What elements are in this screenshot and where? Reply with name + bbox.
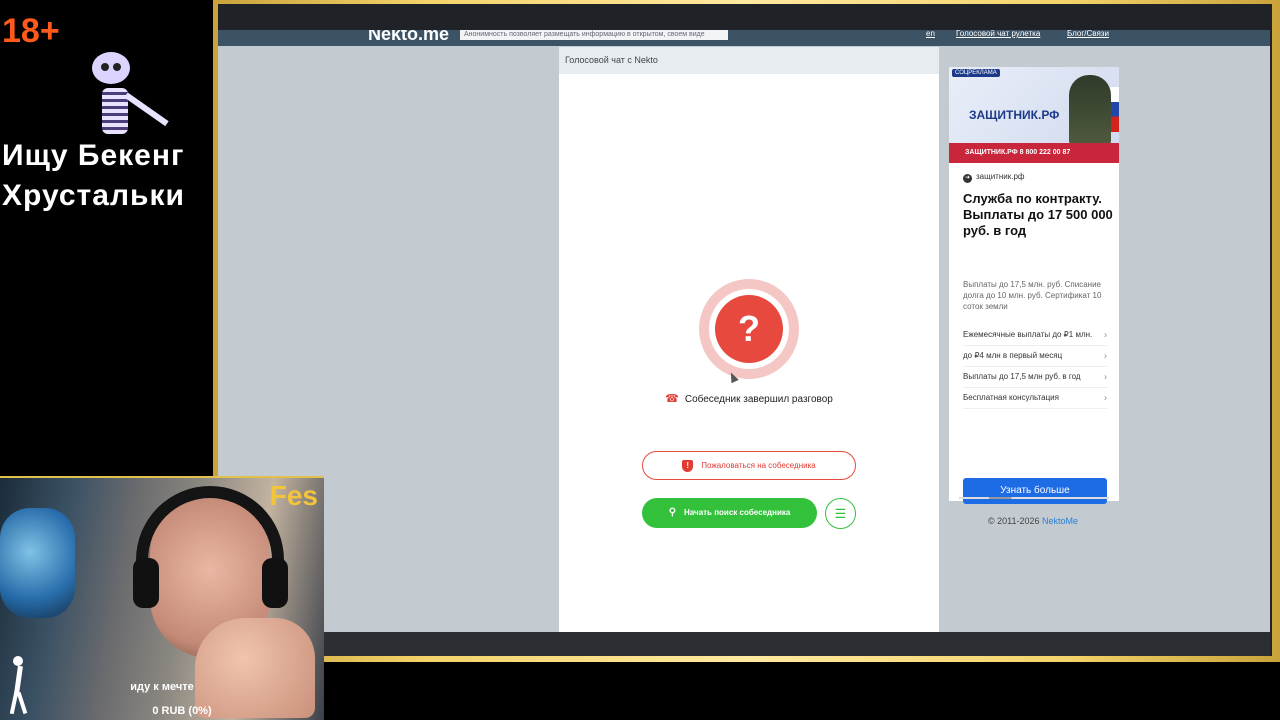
ad-link-label: Ежемесячные выплаты до ₽1 млн. (963, 330, 1093, 339)
shield-alert-icon: ! (682, 459, 694, 472)
ad-source[interactable]: ➜ защитник.рф (963, 172, 1024, 183)
donation-goal-label: иду к мечте (130, 681, 194, 693)
ad-link-item[interactable]: Выплаты до 17,5 млн руб. в год › (963, 367, 1107, 388)
ad-block[interactable]: СОЦРЕКЛАМА ЗАЩИТНИК.РФ ЗАЩИТНИК.РФ 8 800… (949, 67, 1119, 504)
soldier-graphic (1069, 75, 1111, 145)
skeleton-sticker (92, 52, 182, 147)
copyright-text: © 2011-2026 (988, 516, 1040, 526)
start-search-button[interactable]: ⚲ Начать поиск собеседника (642, 498, 817, 528)
ad-source-label: защитник.рф (976, 172, 1025, 181)
headset-cup-left (133, 558, 159, 608)
overlay-title-line1: Ищу Бекенг (2, 139, 185, 172)
chat-panel: Голосовой чат с Nekto ? ☎ Собеседник заве… (559, 47, 939, 632)
nav-link-lang[interactable]: en (926, 30, 935, 38)
ad-headline[interactable]: Служба по контракту. Выплаты до 17 500 0… (963, 191, 1113, 239)
ad-link-label: Выплаты до 17,5 млн руб. в год (963, 372, 1081, 381)
overlay-title-line2: Хрустальки (2, 179, 185, 212)
dancer-head (13, 656, 23, 666)
start-search-label: Начать поиск собеседника (684, 508, 791, 517)
streamer-hand (195, 618, 315, 718)
webcam-feed: Fes иду к мечте 0 RUB (0%) (0, 476, 324, 720)
nav-notice: Анонимность позволяет размещать информац… (460, 30, 728, 40)
chevron-right-icon: › (1104, 350, 1107, 361)
webcam-brand: Fes (269, 480, 318, 511)
call-ended-text: Собеседник завершил разговор (684, 394, 833, 405)
footer-copyright: © 2011-2026 NektoMe (988, 516, 1078, 526)
hangup-phone-icon: ☎ (665, 393, 679, 405)
sliders-icon: ☰ (834, 506, 847, 521)
filter-settings-button[interactable]: ☰ (825, 498, 856, 529)
ad-links: Ежемесячные выплаты до ₽1 млн. › до ₽4 мл… (963, 325, 1107, 409)
ad-cta-button[interactable]: Узнать больше (963, 478, 1107, 504)
ad-link-label: до ₽4 млн в первый месяц (963, 351, 1063, 360)
arrow-right-icon: ➜ (963, 174, 972, 183)
ad-carousel-indicator[interactable] (959, 497, 1109, 499)
age-rating-label: 18+ (2, 12, 60, 50)
user-search-icon: ⚲ (668, 507, 677, 518)
chevron-right-icon: › (1104, 392, 1107, 403)
status-ring-inner: ? (709, 289, 789, 369)
chat-header: Голосовой чат с Nekto (559, 47, 939, 74)
headset-cup-right (262, 558, 288, 608)
ad-link-item[interactable]: Ежемесячные выплаты до ₽1 млн. › (963, 325, 1107, 346)
ad-link-label: Бесплатная консультация (963, 393, 1059, 402)
chevron-right-icon: › (1104, 371, 1107, 382)
ad-tag: СОЦРЕКЛАМА (952, 69, 1000, 77)
chevron-right-icon: › (1104, 329, 1107, 340)
status-ring: ? (699, 279, 799, 379)
ad-banner-site: ЗАЩИТНИК.РФ (969, 108, 1060, 122)
question-icon: ? (715, 295, 783, 363)
microphone-graphic (0, 508, 75, 618)
report-button-label: Пожаловаться на собеседника (701, 461, 816, 470)
browser-viewport: Nekto.me Анонимность позволяет размещать… (218, 30, 1270, 632)
ad-link-item[interactable]: до ₽4 млн в первый месяц › (963, 346, 1107, 367)
ad-description: Выплаты до 17,5 млн. руб. Списание долга… (963, 280, 1102, 311)
top-navbar: Nekto.me Анонимность позволяет размещать… (218, 30, 1270, 46)
footer-link[interactable]: NektoMe (1042, 516, 1078, 526)
ad-banner-bar: ЗАЩИТНИК.РФ 8 800 222 00 87 (949, 143, 1119, 163)
browser-bottom-strip (218, 632, 1270, 656)
skull-graphic (92, 52, 130, 84)
nav-link-blog[interactable]: Блог/Связи (1067, 30, 1109, 38)
ribs-graphic (102, 88, 128, 134)
site-logo[interactable]: Nekto.me (368, 30, 449, 45)
donation-goal-progress: 0 RUB (0%) (152, 705, 212, 717)
ad-banner-image[interactable]: СОЦРЕКЛАМА ЗАЩИТНИК.РФ ЗАЩИТНИК.РФ 8 800… (949, 67, 1119, 163)
ad-link-item[interactable]: Бесплатная консультация › (963, 388, 1107, 409)
report-button[interactable]: ! Пожаловаться на собеседника (642, 451, 856, 480)
nav-link-voice-roulette[interactable]: Голосовой чат рулетка (956, 30, 1040, 38)
arm-graphic (124, 92, 169, 127)
call-ended-message: ☎ Собеседник завершил разговор (559, 392, 939, 405)
